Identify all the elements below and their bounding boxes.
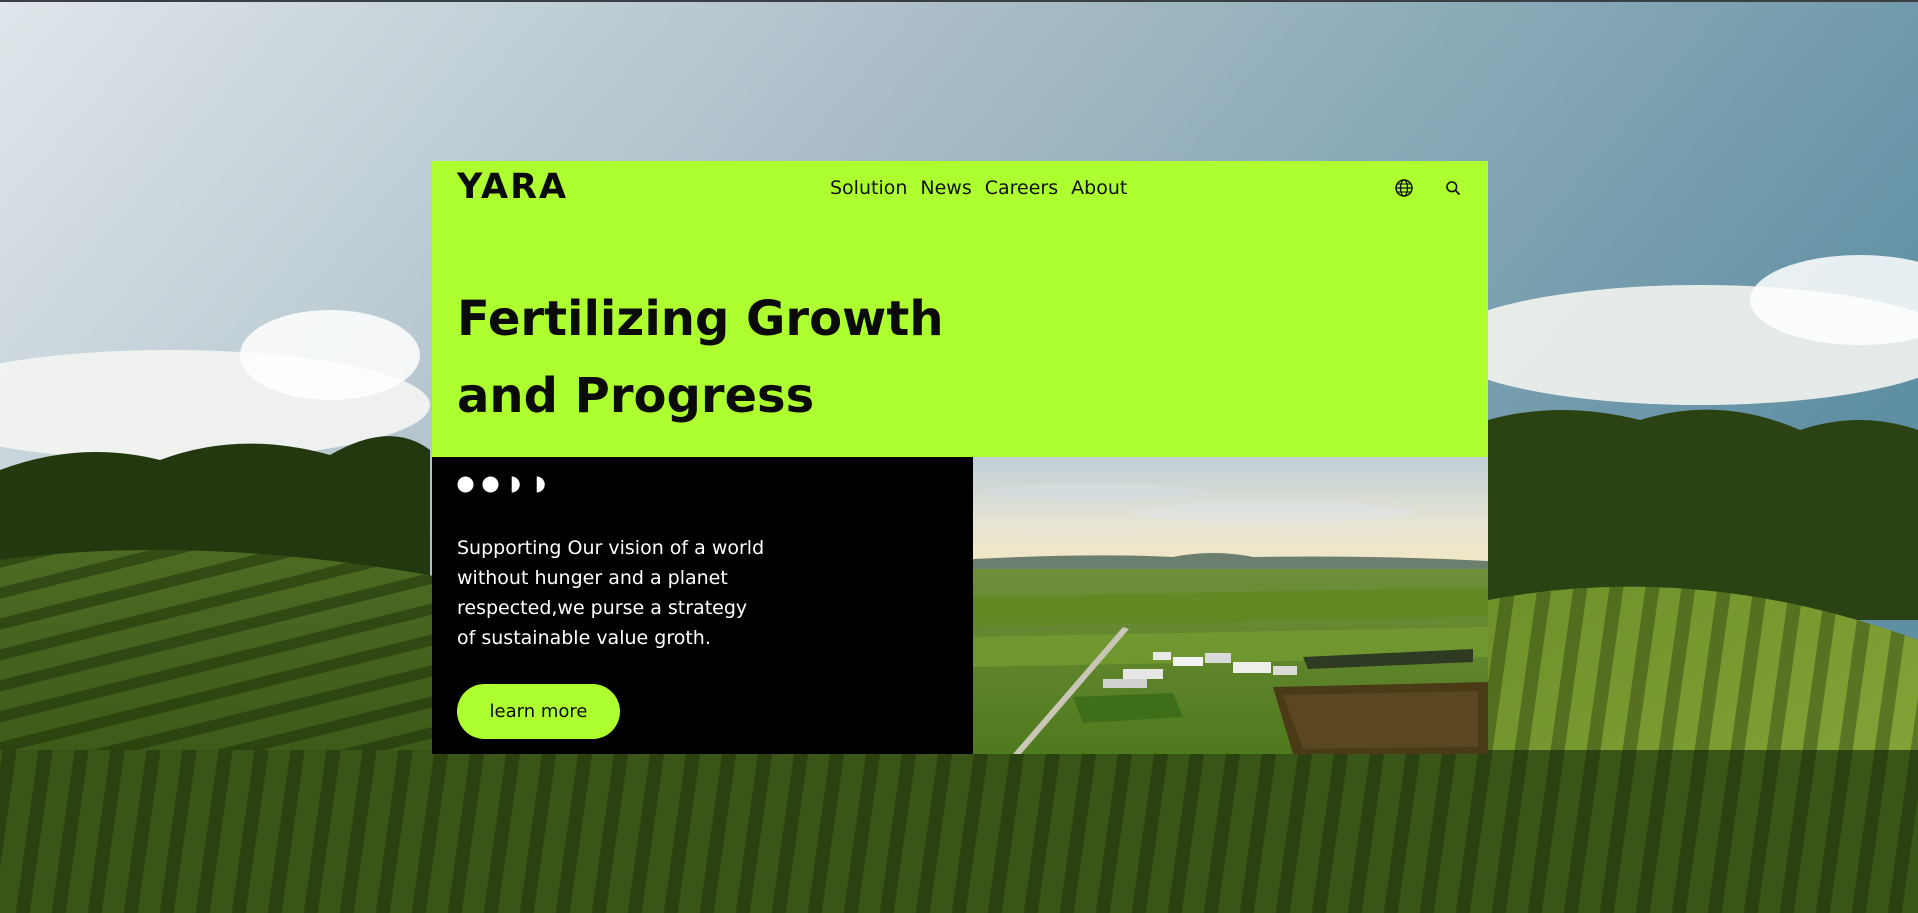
full-circle-icon	[482, 476, 499, 493]
headline-line-1: Fertilizing Growth	[457, 291, 944, 347]
hero-headline: Fertilizing Growth and Progress	[457, 281, 1017, 435]
half-circle-icon	[511, 476, 520, 493]
hero-header: YARA Solution News Careers About Fertili…	[432, 161, 1488, 457]
aerial-farm-photo	[973, 457, 1488, 754]
logo[interactable]: YARA	[457, 167, 568, 207]
aerial-farm-illustration	[973, 457, 1488, 754]
page: YARA Solution News Careers About Fertili…	[0, 0, 1918, 913]
search-icon	[1446, 181, 1460, 195]
mission-line-2: without hunger and a planet	[457, 567, 728, 589]
main-nav: Solution News Careers About	[830, 177, 1127, 199]
mission-line-3: respected,we purse a strategy	[457, 597, 748, 619]
nav-item-about[interactable]: About	[1071, 177, 1127, 199]
mission-line-4: of sustainable value groth.	[457, 627, 711, 649]
intro-panel: Supporting Our vision of a world without…	[432, 457, 973, 754]
decorative-dots	[457, 476, 549, 493]
nav-item-news[interactable]: News	[920, 177, 971, 199]
nav-item-careers[interactable]: Careers	[985, 177, 1058, 199]
full-circle-icon	[457, 476, 474, 493]
language-button[interactable]	[1392, 176, 1416, 200]
learn-more-button[interactable]: learn more	[457, 684, 620, 739]
nav-item-solution[interactable]: Solution	[830, 177, 907, 199]
headline-line-2: and Progress	[457, 368, 815, 424]
hero-card: YARA Solution News Careers About Fertili…	[432, 161, 1488, 754]
search-button[interactable]	[1441, 176, 1465, 200]
window-top-border	[0, 0, 1918, 2]
mission-line-1: Supporting Our vision of a world	[457, 537, 765, 559]
mission-text: Supporting Our vision of a world without…	[457, 533, 797, 653]
globe-icon	[1395, 179, 1413, 197]
half-circle-icon	[536, 476, 545, 493]
